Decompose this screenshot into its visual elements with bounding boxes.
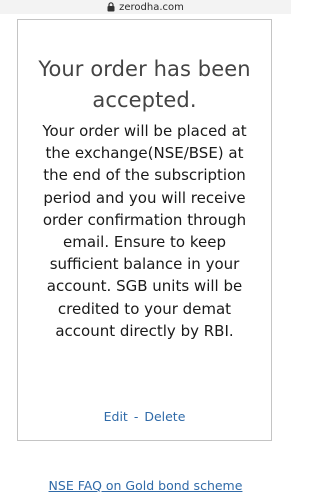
lock-icon <box>107 2 115 12</box>
edit-link[interactable]: Edit <box>104 409 128 424</box>
card-actions: Edit - Delete <box>18 409 271 424</box>
page-title: Your order has been accepted. <box>38 57 251 112</box>
order-confirmation-card: Your order has been accepted. Your order… <box>17 19 272 441</box>
action-separator: - <box>133 409 139 424</box>
delete-link[interactable]: Delete <box>144 409 185 424</box>
url-domain: zerodha.com <box>119 1 184 13</box>
order-message: Your order will be placed at the exchang… <box>42 122 247 340</box>
browser-url-bar[interactable]: zerodha.com <box>0 0 291 14</box>
nse-faq-link[interactable]: NSE FAQ on Gold bond scheme <box>0 478 291 493</box>
